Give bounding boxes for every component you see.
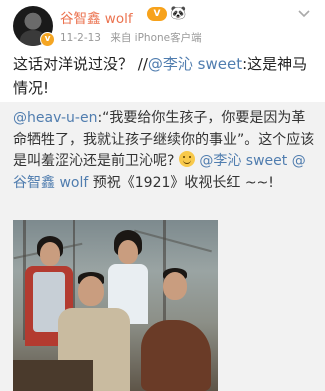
post-meta: 11-2-13 来自 iPhone客户端 <box>60 30 202 45</box>
post-source: 来自 iPhone客户端 <box>110 32 202 44</box>
repost-box[interactable]: @heav-u-en:“我要给你生孩子，你要是因为革命牺牲了，我就让孩子继续你的… <box>0 102 325 391</box>
mention-link-1[interactable]: @李沁 sweet <box>199 153 287 169</box>
repost-author-link[interactable]: @heav-u-en <box>13 110 97 126</box>
panda-icon: 🐼 <box>170 6 187 21</box>
username[interactable]: 谷智鑫 wolf <box>60 7 133 27</box>
chevron-down-icon[interactable] <box>297 9 311 19</box>
post-date: 11-2-13 <box>60 32 101 44</box>
photo-horse <box>141 320 211 391</box>
repost-photo[interactable] <box>13 220 218 391</box>
verified-badge-icon: v <box>40 32 55 47</box>
repost-text: @heav-u-en:“我要给你生孩子，你要是因为革命牺牲了，我就让孩子继续你的… <box>13 108 318 194</box>
mention-link[interactable]: @李沁 sweet <box>148 55 242 73</box>
post-text: 这话对洋说过没？ //@李沁 sweet:这是神马情况! <box>13 52 313 100</box>
post-header: v 谷智鑫 wolf V 🐼 11-2-13 来自 iPhone客户端 <box>0 0 325 50</box>
post-text-before: 这话对洋说过没？ // <box>13 55 148 73</box>
grin-emoji-icon <box>178 151 195 167</box>
vip-badge-icon: V <box>147 7 167 21</box>
repost-text-end: 预祝《1921》收视长红 ~~! <box>92 174 274 191</box>
photo-cart <box>13 360 93 391</box>
